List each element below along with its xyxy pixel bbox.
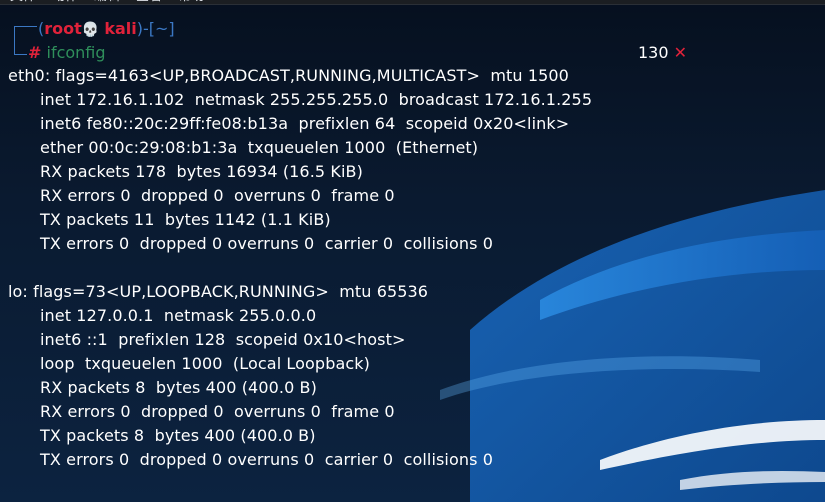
eth0-tx-errors: TX errors 0 dropped 0 overruns 0 carrier… <box>40 234 494 253</box>
eth0-inet: inet 172.16.1.102 netmask 255.255.255.0 … <box>40 90 593 109</box>
lo-header: lo: flags=73<UP,LOOPBACK,RUNNING> mtu 65… <box>8 282 429 301</box>
lo-inet: inet 127.0.0.1 netmask 255.0.0.0 <box>40 306 317 325</box>
prompt-frame-top <box>14 26 37 38</box>
skull-icon: 💀 <box>81 22 100 38</box>
terminal-output[interactable]: (root💀 kali)-[~] # ifconfig 130 ✕ eth0: … <box>8 14 817 502</box>
exit-status-code: 130 <box>637 43 669 62</box>
terminal-window[interactable]: 文件 动作 编辑 查看 帮助 (root💀 kali)-[~] # ifconf… <box>0 0 825 502</box>
lo-tx-errors: TX errors 0 dropped 0 overruns 0 carrier… <box>40 450 494 469</box>
prompt-host: kali <box>104 19 137 38</box>
eth0-rx-packets: RX packets 178 bytes 16934 (16.5 KiB) <box>40 162 363 181</box>
lo-rx-errors: RX errors 0 dropped 0 overruns 0 frame 0 <box>40 402 395 421</box>
lo-tx-packets: TX packets 8 bytes 400 (400.0 B) <box>40 426 316 445</box>
menu-item-file[interactable]: 文件 <box>10 0 36 4</box>
eth0-rx-errors: RX errors 0 dropped 0 overruns 0 frame 0 <box>40 186 395 205</box>
lo-rx-packets: RX packets 8 bytes 400 (400.0 B) <box>40 378 317 397</box>
menu-bar: 文件 动作 编辑 查看 帮助 <box>0 0 825 5</box>
menu-item-help[interactable]: 帮助 <box>178 0 204 4</box>
exit-error-icon: ✕ <box>673 43 687 62</box>
eth0-tx-packets: TX packets 11 bytes 1142 (1.1 KiB) <box>40 210 331 229</box>
eth0-header: eth0: flags=4163<UP,BROADCAST,RUNNING,MU… <box>8 66 569 85</box>
prompt-user: root <box>44 19 82 38</box>
exit-status: 130 ✕ <box>638 41 687 65</box>
command-line: # ifconfig <box>28 41 106 65</box>
lo-inet6: inet6 ::1 prefixlen 128 scopeid 0x10<hos… <box>40 330 406 349</box>
prompt-frame-bottom <box>14 38 27 55</box>
prompt-cwd: ~ <box>155 19 169 38</box>
eth0-inet6: inet6 fe80::20c:29ff:fe08:b13a prefixlen… <box>40 114 570 133</box>
prompt-line: (root💀 kali)-[~] <box>38 17 175 42</box>
eth0-ether: ether 00:0c:29:08:b1:3a txqueuelen 1000 … <box>40 138 479 157</box>
menu-item-action[interactable]: 动作 <box>52 0 78 4</box>
command-text: ifconfig <box>46 43 106 62</box>
menu-item-view[interactable]: 查看 <box>136 0 162 4</box>
menu-item-edit[interactable]: 编辑 <box>94 0 120 4</box>
lo-loop: loop txqueuelen 1000 (Local Loopback) <box>40 354 370 373</box>
prompt-cwd-close: ] <box>168 19 175 38</box>
prompt-hash: # <box>28 43 42 62</box>
